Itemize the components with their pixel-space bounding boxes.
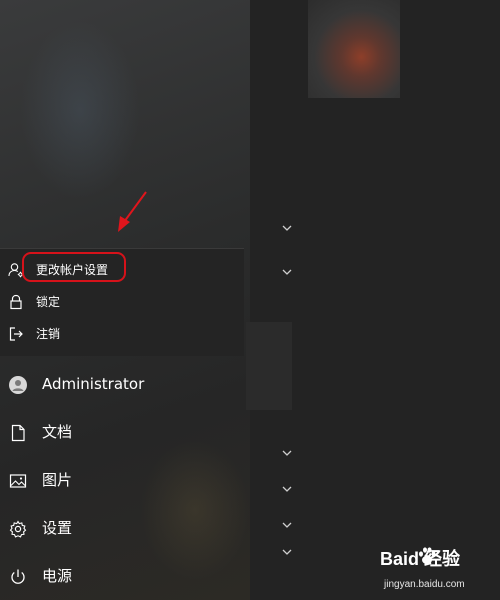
account-name-label: Administrator <box>42 375 145 393</box>
pictures-item[interactable]: 图片 <box>0 458 250 502</box>
chevron-down-icon[interactable] <box>281 521 293 529</box>
avatar <box>9 376 27 394</box>
watermark-url: jingyan.baidu.com <box>384 579 465 590</box>
pictures-icon <box>9 472 27 490</box>
documents-item[interactable]: 文档 <box>0 410 250 454</box>
gear-icon <box>9 520 27 538</box>
sign-out-icon <box>8 326 24 342</box>
acrylic-glow <box>20 20 140 200</box>
highlight-annotation <box>22 252 126 282</box>
chevron-down-icon[interactable] <box>281 485 293 493</box>
pictures-label: 图片 <box>42 471 73 489</box>
sign-out-label: 注销 <box>36 327 61 341</box>
account-administrator[interactable]: Administrator <box>0 362 250 406</box>
documents-label: 文档 <box>42 423 73 441</box>
blurred-app-block <box>246 322 292 410</box>
chevron-down-icon[interactable] <box>281 268 293 276</box>
power-item[interactable]: 电源 <box>0 554 250 598</box>
chevron-down-icon[interactable] <box>281 449 293 457</box>
lock-label: 锁定 <box>36 295 61 309</box>
blurred-tile <box>308 0 400 98</box>
lock-item[interactable]: 锁定 <box>0 286 244 318</box>
paw-icon <box>419 547 436 564</box>
settings-label: 设置 <box>42 519 73 537</box>
power-label: 电源 <box>42 567 73 585</box>
document-icon <box>9 424 27 442</box>
baidu-jingyan-watermark: Baid 经验 jingyan.baidu.com <box>380 545 498 597</box>
settings-item[interactable]: 设置 <box>0 506 250 550</box>
chevron-down-icon[interactable] <box>281 548 293 556</box>
chevron-down-icon[interactable] <box>281 224 293 232</box>
red-arrow-annotation <box>118 191 147 232</box>
power-icon <box>9 568 27 586</box>
sign-out-item[interactable]: 注销 <box>0 318 244 350</box>
lock-icon <box>8 294 24 310</box>
